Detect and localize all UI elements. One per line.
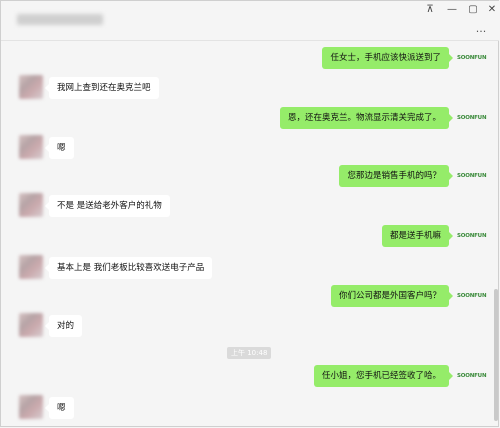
contact-avatar[interactable] [19, 75, 43, 99]
sender-logo: SOONFUN [457, 55, 487, 61]
title-bar: ⊼ — ▢ ✕ ··· [1, 1, 499, 41]
incoming-message-bubble[interactable]: 我网上查到还在奥克兰吧 [45, 77, 159, 99]
pin-icon[interactable]: ⊼ [420, 3, 440, 17]
incoming-message-bubble[interactable]: 对的 [44, 315, 83, 337]
contact-avatar[interactable] [19, 193, 43, 217]
outgoing-message-bubble[interactable]: 你们公司都是外国客户吗？ [330, 285, 454, 307]
outgoing-message-bubble[interactable]: 任小姐，您手机已经签收了哈。 [313, 365, 454, 387]
contact-avatar[interactable] [19, 135, 43, 159]
more-options-button[interactable]: ··· [473, 26, 489, 38]
scrollbar-thumb[interactable] [494, 289, 498, 421]
incoming-message-bubble[interactable]: 嗯 [45, 397, 74, 419]
message-list[interactable]: 任女士，手机应该快派送到了 SOONFUN 我网上查到还在奥克兰吧 恩，还在奥克… [1, 41, 493, 427]
close-button[interactable]: ✕ [482, 3, 500, 17]
incoming-message-bubble[interactable]: 嗯 [45, 137, 74, 159]
contact-name-blurred [17, 14, 103, 25]
sender-logo: SOONFUN [457, 173, 487, 179]
outgoing-message-bubble[interactable]: 任女士，手机应该快派送到了 [322, 47, 453, 69]
sender-logo: SOONFUN [457, 293, 487, 299]
incoming-message-bubble[interactable]: 基本上是 我们老板比较喜欢送电子产品 [44, 257, 213, 279]
outgoing-message-bubble[interactable]: 恩，还在奥克兰。物流显示清关完成了。 [279, 107, 454, 129]
contact-avatar[interactable] [19, 395, 43, 419]
outgoing-message-bubble[interactable]: 您那边是销售手机的吗？ [339, 165, 453, 187]
contact-avatar[interactable] [19, 255, 43, 279]
outgoing-message-bubble[interactable]: 都是送手机嘛 [381, 225, 454, 247]
sender-logo: SOONFUN [457, 373, 487, 379]
contact-avatar[interactable] [19, 313, 43, 337]
chat-window: ⊼ — ▢ ✕ ··· 任女士，手机应该快派送到了 SOONFUN 我网上查到还… [0, 0, 499, 427]
incoming-message-bubble[interactable]: 不是 是送给老外客户的礼物 [45, 195, 170, 217]
sender-logo: SOONFUN [457, 233, 487, 239]
sender-logo: SOONFUN [457, 115, 487, 121]
minimize-button[interactable]: — [442, 3, 462, 17]
message-timestamp: 上午 10:48 [227, 347, 272, 359]
maximize-button[interactable]: ▢ [463, 3, 483, 17]
